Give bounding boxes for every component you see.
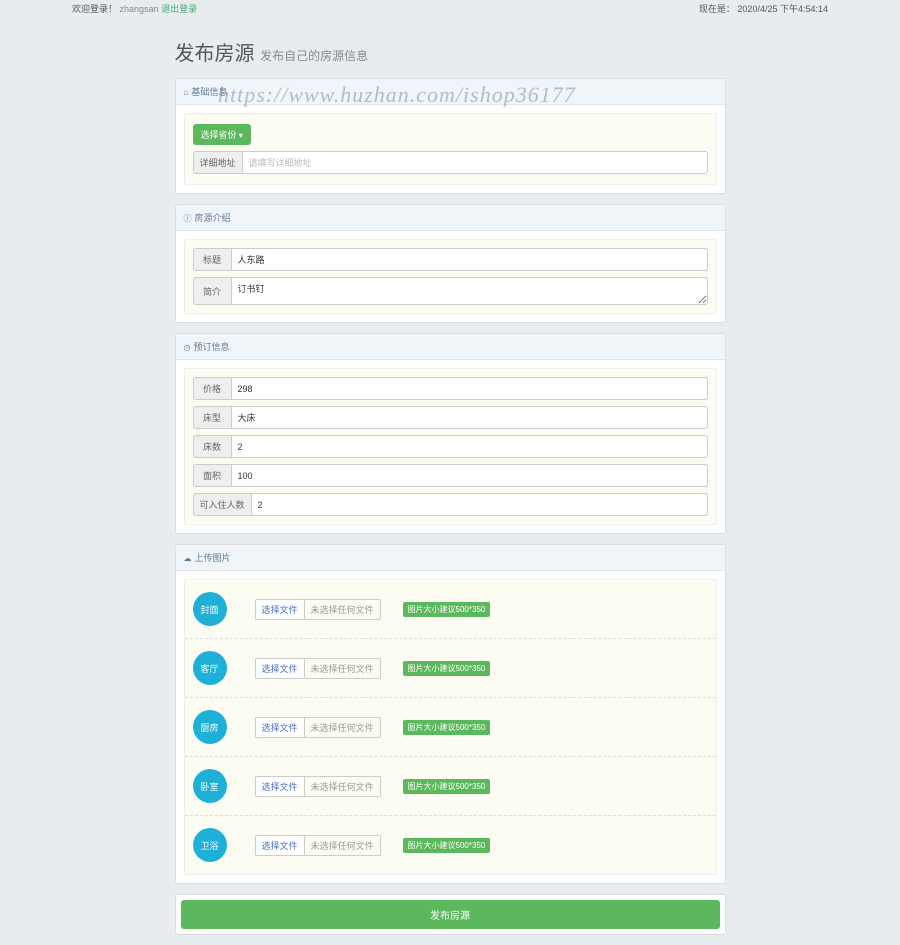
upload-circle: 封面 (193, 592, 227, 626)
panel-upload-header: ☁上传图片 (176, 545, 725, 571)
clock-icon: ◷ (184, 343, 191, 352)
file-status: 未选择任何文件 (305, 836, 380, 855)
title-input[interactable] (231, 248, 708, 271)
size-badge: 图片大小建议500*350 (403, 779, 491, 794)
file-picker[interactable]: 选择文件未选择任何文件 (255, 599, 381, 620)
submit-button[interactable]: 发布房源 (181, 900, 720, 929)
capacity-label: 可入住人数 (193, 493, 251, 516)
panel-booking: ◷预订信息 价格 床型 床数 面积 可入住人数 (175, 333, 726, 534)
panel-upload: ☁上传图片 封面 选择文件未选择任何文件 图片大小建议500*350 客厅 选择… (175, 544, 726, 884)
title-label: 标题 (193, 248, 231, 271)
main-container: 发布房源 发布自己的房源信息 ⌂基础信息 选择省份 详细地址 ⓘ房源介绍 标题 … (175, 17, 726, 935)
file-select-button[interactable]: 选择文件 (256, 777, 305, 796)
upload-circle: 厨房 (193, 710, 227, 744)
file-status: 未选择任何文件 (305, 777, 380, 796)
area-input[interactable] (231, 464, 708, 487)
file-picker[interactable]: 选择文件未选择任何文件 (255, 658, 381, 679)
file-picker[interactable]: 选择文件未选择任何文件 (255, 776, 381, 797)
topbar: 欢迎登录！ zhangsan 退出登录 现在是： 2020/4/25 下午4:5… (0, 0, 900, 17)
file-select-button[interactable]: 选择文件 (256, 836, 305, 855)
address-label: 详细地址 (193, 151, 242, 174)
panel-submit: 发布房源 (175, 894, 726, 935)
upload-circle: 客厅 (193, 651, 227, 685)
page-title: 发布房源 发布自己的房源信息 (175, 37, 726, 66)
home-icon: ⌂ (184, 88, 189, 97)
brief-label: 简介 (193, 277, 231, 305)
bedcount-input[interactable] (231, 435, 708, 458)
file-status: 未选择任何文件 (305, 600, 380, 619)
panel-basic: ⌂基础信息 选择省份 详细地址 (175, 78, 726, 194)
upload-circle: 卫浴 (193, 828, 227, 862)
upload-row-kitchen: 厨房 选择文件未选择任何文件 图片大小建议500*350 (185, 697, 716, 756)
brief-textarea[interactable]: 订书钉 (231, 277, 708, 305)
file-status: 未选择任何文件 (305, 659, 380, 678)
now-label: 现在是： (699, 4, 735, 14)
panel-intro: ⓘ房源介绍 标题 简介 订书钉 (175, 204, 726, 323)
file-picker[interactable]: 选择文件未选择任何文件 (255, 835, 381, 856)
cloud-icon: ☁ (184, 554, 192, 563)
size-badge: 图片大小建议500*350 (403, 602, 491, 617)
bedcount-label: 床数 (193, 435, 231, 458)
info-icon: ⓘ (184, 214, 192, 223)
upload-row-living: 客厅 选择文件未选择任何文件 图片大小建议500*350 (185, 638, 716, 697)
capacity-input[interactable] (251, 493, 708, 516)
welcome-text: 欢迎登录！ (72, 4, 117, 14)
panel-basic-header: ⌂基础信息 (176, 79, 725, 105)
upload-row-bathroom: 卫浴 选择文件未选择任何文件 图片大小建议500*350 (185, 815, 716, 874)
upload-row-cover: 封面 选择文件未选择任何文件 图片大小建议500*350 (185, 580, 716, 638)
price-label: 价格 (193, 377, 231, 400)
panel-booking-header: ◷预订信息 (176, 334, 725, 360)
panel-intro-header: ⓘ房源介绍 (176, 205, 725, 231)
upload-circle: 卧室 (193, 769, 227, 803)
file-select-button[interactable]: 选择文件 (256, 600, 305, 619)
area-label: 面积 (193, 464, 231, 487)
username: zhangsan (120, 4, 159, 14)
file-select-button[interactable]: 选择文件 (256, 659, 305, 678)
size-badge: 图片大小建议500*350 (403, 661, 491, 676)
bedtype-input[interactable] (231, 406, 708, 429)
upload-row-bedroom: 卧室 选择文件未选择任何文件 图片大小建议500*350 (185, 756, 716, 815)
file-select-button[interactable]: 选择文件 (256, 718, 305, 737)
file-status: 未选择任何文件 (305, 718, 380, 737)
address-input[interactable] (242, 151, 708, 174)
page-subtitle: 发布自己的房源信息 (260, 49, 368, 63)
file-picker[interactable]: 选择文件未选择任何文件 (255, 717, 381, 738)
bedtype-label: 床型 (193, 406, 231, 429)
logout-link[interactable]: 退出登录 (161, 4, 197, 14)
size-badge: 图片大小建议500*350 (403, 838, 491, 853)
select-province-button[interactable]: 选择省份 (193, 124, 251, 145)
price-input[interactable] (231, 377, 708, 400)
size-badge: 图片大小建议500*350 (403, 720, 491, 735)
now-time: 2020/4/25 下午4:54:14 (737, 4, 828, 14)
